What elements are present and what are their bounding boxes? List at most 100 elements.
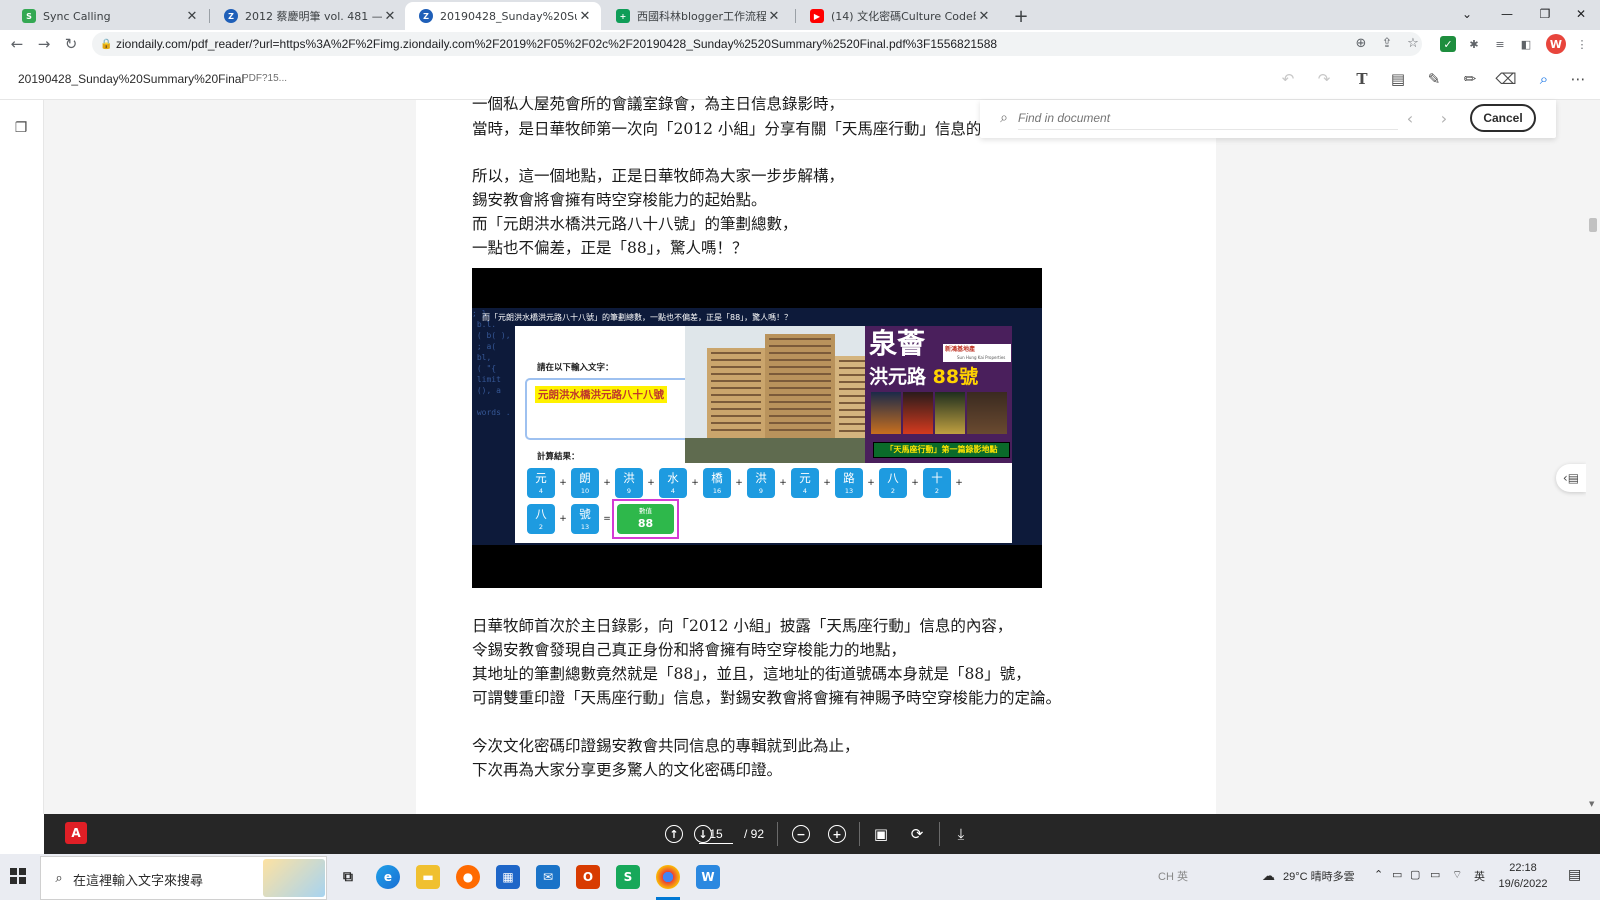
weather-icon: ☁: [1262, 868, 1275, 883]
highlight-pen-icon[interactable]: ✎: [1422, 68, 1446, 90]
file-explorer-icon[interactable]: ▬: [416, 865, 440, 889]
vertical-scrollbar[interactable]: ▼: [1586, 100, 1600, 814]
search-icon[interactable]: ⌕: [1532, 68, 1556, 90]
draw-pencil-icon[interactable]: ✏: [1458, 68, 1482, 90]
new-tab-button[interactable]: +: [1010, 5, 1032, 27]
forward-arrow-icon[interactable]: →: [33, 34, 55, 54]
extension-check-icon[interactable]: ✓: [1440, 36, 1456, 52]
language-icon[interactable]: 英: [1474, 868, 1485, 884]
eraser-icon[interactable]: ⌫: [1494, 68, 1518, 90]
acrobat-logo-icon: A: [65, 822, 87, 844]
cancel-button[interactable]: Cancel: [1470, 104, 1536, 132]
next-result-chevron-icon[interactable]: ›: [1434, 108, 1454, 128]
text-line: 可謂雙重印證「天馬座行動」信息，對錫安教會將會擁有神賜予時空穿梭能力的定論。: [472, 689, 1062, 707]
scroll-down-arrow-icon[interactable]: ▼: [1589, 800, 1594, 808]
rotate-page-icon[interactable]: ⟳: [906, 823, 928, 845]
chip-stroke-count: 4: [538, 487, 544, 495]
search-icon: ⌕: [1000, 110, 1008, 126]
meet-now-icon[interactable]: ▭: [1392, 868, 1402, 881]
minimize-button[interactable]: —: [1488, 0, 1526, 28]
reload-icon[interactable]: ↻: [60, 34, 82, 54]
windows-start-icon[interactable]: [8, 866, 30, 888]
zoom-icon[interactable]: ⊕: [1352, 34, 1370, 52]
notification-icon[interactable]: ▤: [1568, 866, 1581, 883]
close-icon[interactable]: ✕: [382, 8, 398, 24]
previous-result-chevron-icon[interactable]: ‹: [1400, 108, 1420, 128]
ime-indicator[interactable]: CH 英: [1158, 868, 1188, 884]
tab-search-chevron-icon[interactable]: ⌄: [1448, 0, 1486, 28]
word-app-icon[interactable]: W: [696, 865, 720, 889]
tab-sync-calling[interactable]: S Sync Calling ✕: [8, 2, 208, 30]
google-sheets-icon: +: [616, 9, 630, 23]
browser-tab-strip: S Sync Calling ✕ Z 2012 蔡慶明筆 vol. 481 — …: [0, 0, 1600, 30]
close-icon[interactable]: ✕: [577, 8, 593, 24]
menu-kebab-icon[interactable]: ⋮: [1574, 36, 1590, 52]
reading-list-icon[interactable]: ≡: [1492, 36, 1508, 52]
comment-icon[interactable]: ▤: [1386, 68, 1410, 90]
window-row: [839, 409, 866, 411]
window-row: [769, 380, 831, 382]
chip-stroke-count: 4: [670, 487, 676, 495]
battery-icon[interactable]: ▭: [1430, 868, 1440, 881]
document-meta: PDF?15...: [242, 73, 288, 84]
extensions-puzzle-icon[interactable]: ✱: [1466, 36, 1482, 52]
task-view-icon[interactable]: ⧉: [336, 865, 360, 889]
more-options-icon[interactable]: ⋯: [1566, 68, 1590, 90]
back-arrow-icon[interactable]: ←: [6, 34, 28, 54]
scrollbar-thumb[interactable]: [1589, 218, 1597, 232]
display-icon[interactable]: ▢: [1410, 868, 1420, 881]
character-chip: 洪9: [747, 468, 775, 498]
restore-button[interactable]: ❐: [1526, 0, 1564, 28]
window-row: [711, 380, 761, 382]
edge-browser-icon[interactable]: e: [376, 865, 400, 889]
page-number-input[interactable]: [699, 824, 733, 844]
close-icon[interactable]: ✕: [766, 8, 782, 24]
open-comments-panel-icon[interactable]: ‹▤: [1556, 464, 1586, 492]
character-chip: 水4: [659, 468, 687, 498]
zoom-in-icon[interactable]: +: [828, 825, 846, 843]
chrome-icon[interactable]: [656, 865, 680, 889]
close-icon[interactable]: ✕: [976, 8, 992, 24]
address-url[interactable]: ziondaily.com/pdf_reader/?url=https%3A%2…: [116, 37, 1316, 51]
result-label: 計算結果：: [537, 452, 580, 462]
total-result: 數值 88: [617, 504, 674, 534]
plus-sign: +: [911, 478, 919, 488]
system-clock[interactable]: 22:18 19/6/2022: [1496, 860, 1550, 892]
clock-time: 22:18: [1509, 862, 1537, 874]
microsoft-store-icon[interactable]: ▦: [496, 865, 520, 889]
profile-avatar[interactable]: W: [1546, 34, 1566, 54]
download-icon[interactable]: ⤓: [950, 823, 972, 845]
page-total: / 92: [744, 827, 765, 841]
zoom-out-icon[interactable]: −: [792, 825, 810, 843]
page-thumbnails-icon[interactable]: ❐: [14, 120, 28, 136]
office-icon[interactable]: O: [576, 865, 600, 889]
bookmark-star-icon[interactable]: ☆: [1404, 34, 1422, 52]
lock-icon[interactable]: 🔒: [100, 39, 116, 50]
address-bar[interactable]: 🔒 ziondaily.com/pdf_reader/?url=https%3A…: [92, 32, 1422, 56]
share-icon[interactable]: ⇪: [1378, 34, 1396, 52]
tab-blogger-workflow[interactable]: + 西國科林blogger工作流程 - Goo ✕: [602, 2, 790, 30]
firefox-icon[interactable]: ●: [456, 865, 480, 889]
close-icon[interactable]: ✕: [184, 8, 200, 24]
weather-text[interactable]: 29°C 晴時多雲: [1283, 868, 1355, 884]
tab-zion-daily-481[interactable]: Z 2012 蔡慶明筆 vol. 481 — 「重 ✕: [210, 2, 406, 30]
close-window-button[interactable]: ✕: [1562, 0, 1600, 28]
chip-stroke-count: 10: [580, 487, 590, 495]
wifi-icon[interactable]: ⌔: [1452, 868, 1462, 882]
undo-icon[interactable]: ↶: [1276, 68, 1300, 90]
tab-pdf-active[interactable]: Z 20190428_Sunday%20Summa ✕: [405, 2, 601, 30]
add-text-icon[interactable]: T: [1350, 68, 1374, 90]
movie-poster: [903, 392, 933, 434]
sheets-app-icon[interactable]: S: [616, 865, 640, 889]
show-hidden-icons-chevron-icon[interactable]: ⌃: [1374, 868, 1383, 881]
redo-icon[interactable]: ↷: [1312, 68, 1336, 90]
side-panel-icon[interactable]: ◧: [1518, 36, 1534, 52]
previous-page-arrow-icon[interactable]: ↑: [665, 825, 683, 843]
building-podium: [685, 438, 870, 463]
text-line: 所以，這一個地點，正是日華牧師為大家一步步解構，: [472, 167, 845, 185]
fit-page-icon[interactable]: ▣: [870, 823, 892, 845]
find-in-document-input[interactable]: [1018, 106, 1398, 130]
tab-youtube-culture-code[interactable]: ▶ (14) 文化密碼Culture Code印證 ✕: [796, 2, 1000, 30]
mail-icon[interactable]: ✉: [536, 865, 560, 889]
taskbar-search-box[interactable]: ⌕ 在這裡輸入文字來搜尋: [40, 856, 327, 900]
